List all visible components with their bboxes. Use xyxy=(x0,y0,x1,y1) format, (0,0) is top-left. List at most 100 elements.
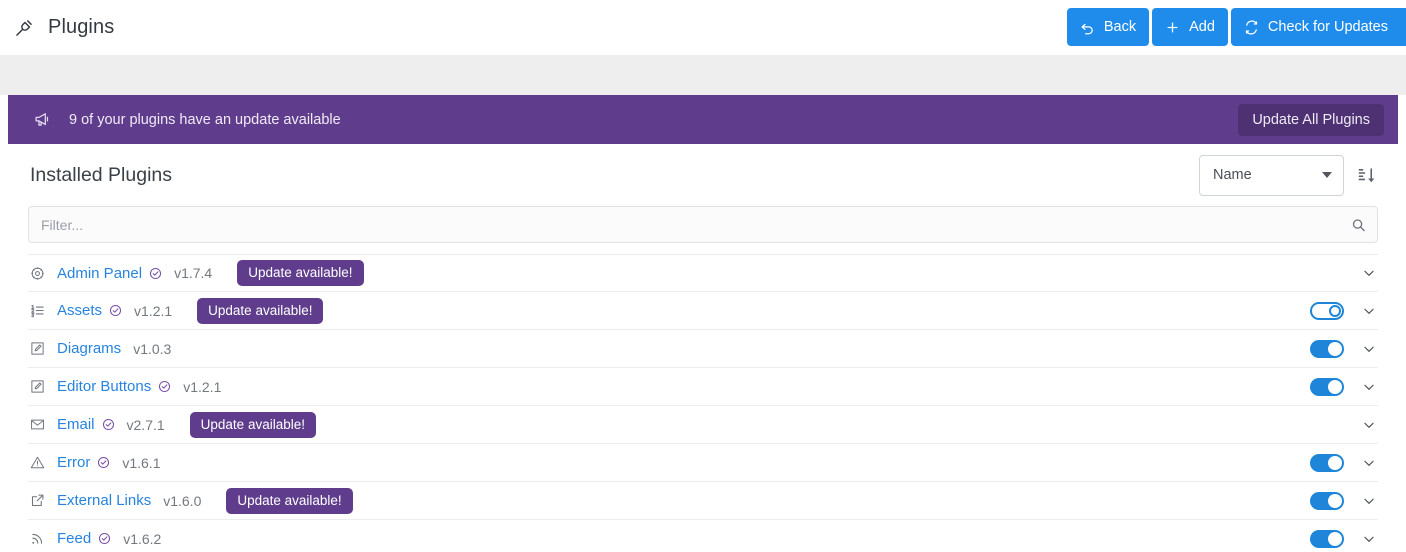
chevron-down-icon[interactable] xyxy=(1362,380,1376,394)
update-available-badge[interactable]: Update available! xyxy=(189,411,316,438)
plugin-row-controls xyxy=(1310,491,1376,510)
plugin-name-link[interactable]: Email xyxy=(57,416,95,433)
update-available-badge[interactable]: Update available! xyxy=(197,297,324,324)
plugin-row[interactable]: Diagrams v1.0.3 xyxy=(28,330,1378,368)
update-available-badge[interactable]: Update available! xyxy=(226,487,353,514)
add-button-label: Add xyxy=(1189,19,1215,35)
plugin-name-link[interactable]: External Links xyxy=(57,492,151,509)
plugin-enable-toggle[interactable] xyxy=(1310,491,1344,510)
panel-header: Installed Plugins Name xyxy=(28,144,1378,206)
plugin-info: Editor Buttons v1.2.1 xyxy=(57,378,221,395)
plugin-info: Email v2.7.1 Update available! xyxy=(57,411,316,438)
pen-square-icon xyxy=(31,342,44,355)
plugin-list: Admin Panel v1.7.4 Update available! Ass… xyxy=(28,254,1378,552)
plugin-enable-toggle[interactable] xyxy=(1310,301,1344,320)
plugin-row-controls xyxy=(1310,301,1376,320)
refresh-icon xyxy=(1245,19,1258,35)
plugin-version: v1.6.1 xyxy=(122,454,161,471)
chevron-down-icon xyxy=(1322,172,1332,178)
back-button[interactable]: Back xyxy=(1066,8,1150,46)
update-banner-content: 9 of your plugins have an update availab… xyxy=(34,111,341,128)
update-all-plugins-button[interactable]: Update All Plugins xyxy=(1238,103,1384,136)
verified-check-icon xyxy=(159,380,171,393)
plugin-row[interactable]: Error v1.6.1 xyxy=(28,444,1378,482)
top-bar: Plugins Back Add Check for Updates xyxy=(0,0,1406,55)
plugin-row[interactable]: Assets v1.2.1 Update available! xyxy=(28,292,1378,330)
back-button-label: Back xyxy=(1103,19,1137,35)
plugin-info: Diagrams v1.0.3 xyxy=(57,340,171,357)
plugin-row[interactable]: Admin Panel v1.7.4 Update available! xyxy=(28,254,1378,292)
verified-check-icon xyxy=(150,267,162,279)
plugin-version: v1.2.1 xyxy=(134,302,173,319)
plugin-version: v1.7.4 xyxy=(174,265,213,281)
plugin-version: v2.7.1 xyxy=(126,416,165,433)
chevron-down-icon[interactable] xyxy=(1362,304,1376,318)
verified-check-icon xyxy=(109,304,122,317)
plugin-row[interactable]: External Links v1.6.0 Update available! xyxy=(28,482,1378,520)
plugin-name-link[interactable]: Error xyxy=(57,454,90,471)
toggle-placeholder xyxy=(1310,264,1344,282)
toggle-knob xyxy=(1328,341,1342,356)
verified-check-icon xyxy=(102,418,114,431)
chevron-down-icon[interactable] xyxy=(1362,456,1376,470)
plugin-enable-toggle[interactable] xyxy=(1310,339,1344,358)
undo-icon xyxy=(1081,23,1093,34)
list-ol-icon xyxy=(31,304,44,318)
plugin-row[interactable]: Email v2.7.1 Update available! xyxy=(28,406,1378,444)
plugin-name-link[interactable]: Admin Panel xyxy=(57,265,142,282)
plugin-info: Feed v1.6.2 xyxy=(57,530,161,547)
plugin-row[interactable]: Feed v1.6.2 xyxy=(28,520,1378,552)
filter-input[interactable] xyxy=(28,206,1378,243)
plugin-row-controls xyxy=(1310,453,1376,472)
plugin-row-controls xyxy=(1310,377,1376,396)
toggle-knob xyxy=(1328,379,1342,394)
envelope-icon xyxy=(31,419,44,430)
megaphone-icon xyxy=(35,113,49,126)
plugin-name-link[interactable]: Feed xyxy=(57,530,91,547)
plugin-version: v1.6.0 xyxy=(163,492,202,509)
plugin-row-controls xyxy=(1310,529,1376,548)
toggle-knob xyxy=(1329,304,1341,317)
chevron-down-icon[interactable] xyxy=(1362,266,1376,280)
check-for-updates-button[interactable]: Check for Updates xyxy=(1230,8,1406,46)
chevron-down-icon[interactable] xyxy=(1362,532,1376,546)
toggle-knob xyxy=(1328,493,1342,508)
update-banner-message: 9 of your plugins have an update availab… xyxy=(69,111,341,128)
plugin-enable-toggle[interactable] xyxy=(1310,377,1344,396)
check-for-updates-label: Check for Updates xyxy=(1267,19,1388,35)
chevron-down-icon[interactable] xyxy=(1362,418,1376,432)
plugin-name-link[interactable]: Diagrams xyxy=(57,340,121,357)
plugin-row[interactable]: Editor Buttons v1.2.1 xyxy=(28,368,1378,406)
plugin-row-controls xyxy=(1310,264,1376,282)
installed-plugins-panel: Installed Plugins Name Filter... Admin P… xyxy=(8,144,1398,552)
plugin-enable-toggle[interactable] xyxy=(1310,453,1344,472)
add-button[interactable]: Add xyxy=(1152,8,1228,46)
plug-icon xyxy=(16,19,32,36)
update-available-badge[interactable]: Update available! xyxy=(237,260,364,286)
chevron-down-icon[interactable] xyxy=(1362,342,1376,356)
page-title-label: Plugins xyxy=(48,16,115,38)
plugin-version: v1.0.3 xyxy=(133,340,172,357)
search-icon[interactable] xyxy=(1351,217,1366,232)
sort-by-select[interactable]: Name xyxy=(1199,154,1344,196)
plugin-info: Admin Panel v1.7.4 Update available! xyxy=(57,260,364,286)
sort-amount-down-icon[interactable] xyxy=(1358,166,1376,184)
top-bar-actions: Back Add Check for Updates xyxy=(1066,8,1406,46)
verified-check-icon xyxy=(99,532,111,545)
pen-square-icon xyxy=(31,380,44,393)
update-banner: 9 of your plugins have an update availab… xyxy=(8,95,1398,144)
rss-icon xyxy=(32,533,43,544)
plugin-name-link[interactable]: Editor Buttons xyxy=(57,378,151,395)
verified-check-icon xyxy=(98,456,110,469)
chevron-down-icon[interactable] xyxy=(1362,494,1376,508)
background-gutter xyxy=(0,55,1406,95)
panel-title: Installed Plugins xyxy=(30,163,173,186)
plugin-row-controls xyxy=(1310,339,1376,358)
plugin-enable-toggle[interactable] xyxy=(1310,529,1344,548)
plugin-info: Error v1.6.1 xyxy=(57,454,160,471)
sort-controls: Name xyxy=(1199,154,1376,196)
page-title: Plugins xyxy=(14,16,114,39)
toggle-knob xyxy=(1328,531,1342,546)
plugin-name-link[interactable]: Assets xyxy=(57,302,102,319)
warning-triangle-icon xyxy=(30,456,45,469)
